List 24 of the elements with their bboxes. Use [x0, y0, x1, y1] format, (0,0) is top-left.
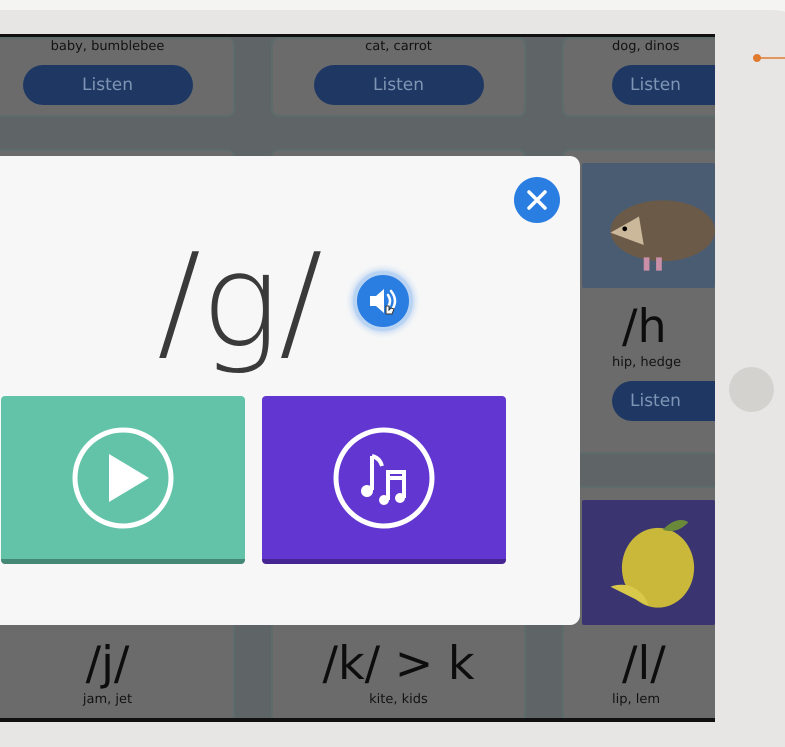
example-words: kite, kids [369, 692, 428, 708]
music-note-icon [332, 426, 436, 530]
music-button[interactable] [262, 396, 506, 564]
play-button[interactable] [1, 396, 245, 564]
close-button[interactable] [514, 177, 560, 223]
example-words: hip, hedge [612, 355, 682, 372]
letter-sound: /h [622, 302, 667, 350]
example-words: dog, dinos [612, 39, 680, 55]
example-words: jam, jet [82, 692, 132, 708]
callout-pointer [752, 53, 785, 63]
letter-sound: /j/ [86, 639, 130, 688]
listen-button[interactable]: Listen [314, 65, 484, 105]
letter-sound: /l/ [622, 639, 666, 688]
letter-sound: /g/ [157, 224, 323, 378]
listen-button[interactable]: Listen [22, 65, 192, 105]
play-icon [71, 426, 175, 530]
example-words: baby, bumblebee [50, 39, 164, 55]
letter-sound: /k/ > k [322, 639, 475, 688]
speaker-button[interactable] [352, 271, 413, 331]
example-words: lip, lem [612, 692, 660, 708]
example-words: cat, carrot [365, 39, 432, 55]
listen-button[interactable]: Listen [612, 65, 715, 105]
listen-button[interactable]: Listen [612, 381, 715, 422]
close-icon [526, 189, 548, 211]
